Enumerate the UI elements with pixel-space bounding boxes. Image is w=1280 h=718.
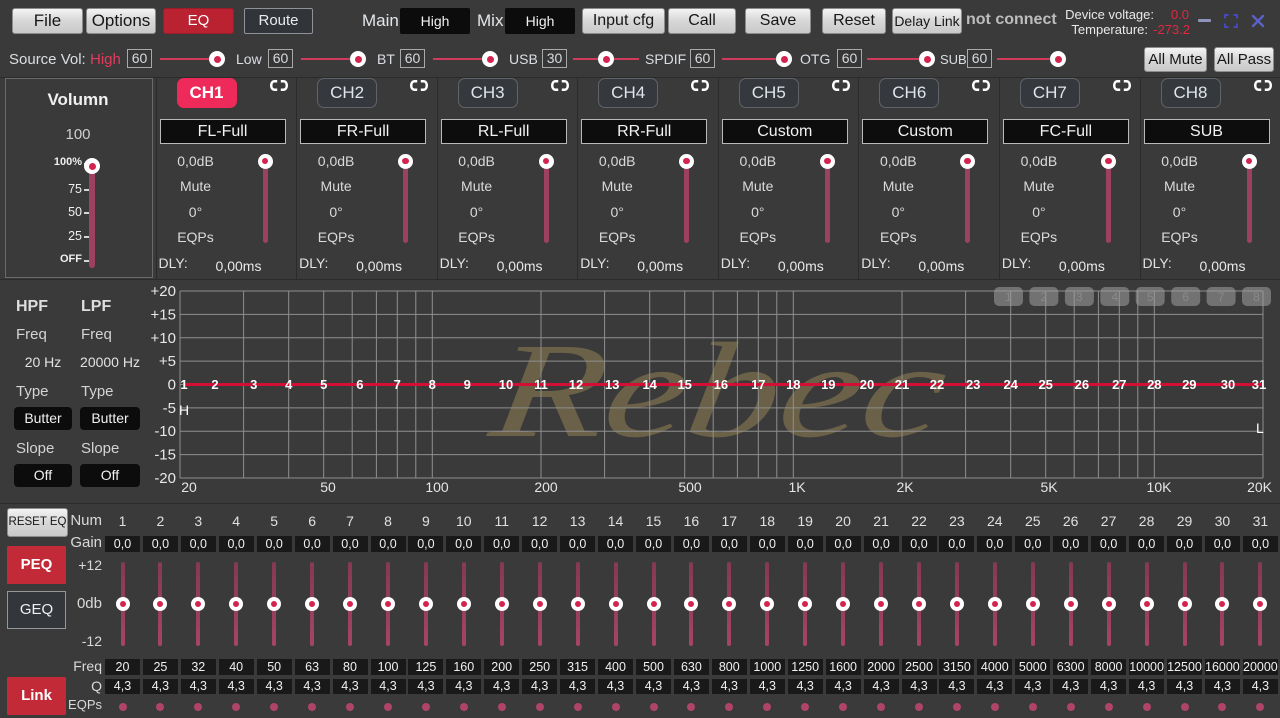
svg-text:3: 3: [250, 377, 257, 392]
svg-text:30: 30: [1221, 377, 1235, 392]
svg-text:10K: 10K: [1147, 479, 1173, 495]
svg-text:20: 20: [860, 377, 874, 392]
svg-text:9: 9: [464, 377, 471, 392]
svg-text:2: 2: [1041, 290, 1048, 304]
svg-text:6: 6: [1182, 290, 1189, 304]
svg-text:20: 20: [181, 479, 197, 495]
svg-text:4: 4: [285, 377, 293, 392]
svg-text:12: 12: [569, 377, 583, 392]
svg-text:26: 26: [1075, 377, 1089, 392]
svg-text:7: 7: [394, 377, 401, 392]
svg-text:2: 2: [211, 377, 218, 392]
svg-text:L: L: [1256, 420, 1264, 436]
svg-text:22: 22: [930, 377, 944, 392]
svg-text:31: 31: [1252, 377, 1266, 392]
svg-text:+5: +5: [159, 353, 176, 370]
svg-text:14: 14: [642, 377, 657, 392]
svg-text:5: 5: [320, 377, 327, 392]
svg-text:2K: 2K: [896, 479, 914, 495]
svg-text:500: 500: [678, 479, 702, 495]
svg-text:7: 7: [1218, 290, 1225, 304]
svg-text:-15: -15: [154, 447, 176, 464]
svg-text:50: 50: [320, 479, 336, 495]
svg-text:H: H: [179, 402, 189, 418]
svg-text:5K: 5K: [1040, 479, 1058, 495]
svg-text:17: 17: [751, 377, 765, 392]
svg-text:25: 25: [1038, 377, 1052, 392]
svg-text:15: 15: [677, 377, 691, 392]
svg-text:8: 8: [429, 377, 436, 392]
svg-text:5: 5: [1147, 290, 1154, 304]
svg-text:11: 11: [534, 377, 548, 392]
svg-text:21: 21: [895, 377, 909, 392]
svg-text:1: 1: [180, 377, 187, 392]
svg-text:+15: +15: [151, 306, 176, 323]
svg-text:28: 28: [1147, 377, 1161, 392]
svg-text:1: 1: [1005, 290, 1012, 304]
svg-text:100: 100: [425, 479, 449, 495]
svg-text:10: 10: [499, 377, 513, 392]
svg-text:0: 0: [168, 377, 176, 394]
svg-text:-10: -10: [154, 423, 176, 440]
svg-text:20K: 20K: [1247, 479, 1273, 495]
svg-text:-20: -20: [154, 470, 176, 487]
svg-text:16: 16: [714, 377, 728, 392]
svg-text:200: 200: [534, 479, 558, 495]
svg-text:19: 19: [821, 377, 835, 392]
svg-text:-5: -5: [163, 400, 176, 417]
svg-text:27: 27: [1112, 377, 1126, 392]
svg-text:23: 23: [966, 377, 980, 392]
svg-text:29: 29: [1182, 377, 1196, 392]
svg-text:18: 18: [786, 377, 800, 392]
svg-text:3: 3: [1076, 290, 1083, 304]
svg-text:+10: +10: [151, 330, 176, 347]
svg-text:+20: +20: [151, 283, 176, 300]
svg-text:13: 13: [605, 377, 619, 392]
svg-text:24: 24: [1003, 377, 1018, 392]
svg-text:6: 6: [356, 377, 363, 392]
svg-text:8: 8: [1253, 290, 1260, 304]
svg-text:1K: 1K: [788, 479, 806, 495]
svg-text:4: 4: [1111, 290, 1118, 304]
